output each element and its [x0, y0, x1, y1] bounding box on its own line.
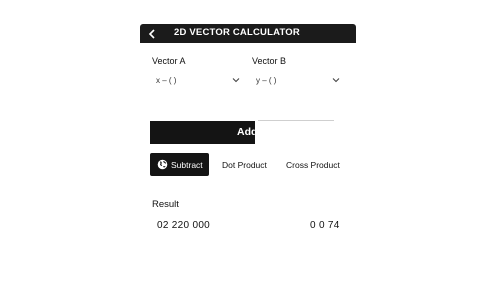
divider: [258, 120, 334, 121]
tab-dot-product[interactable]: Dot Product: [222, 153, 267, 176]
vector-a-label: Vector A: [152, 56, 186, 66]
title-bar: 2D VECTOR CALCULATOR: [140, 24, 356, 43]
result-left-value: 02 220 000: [157, 220, 211, 231]
tab-subtract-label: Subtract: [171, 159, 203, 170]
vector-b-value: y – ( ): [256, 75, 277, 85]
globe-icon: [157, 159, 168, 170]
vector-b-select[interactable]: y – ( ): [252, 73, 340, 87]
chevron-left-icon[interactable]: [146, 24, 158, 43]
tab-dot-product-label: Dot Product: [222, 159, 267, 170]
tab-cross-product-label: Cross Product: [286, 159, 340, 170]
tab-cross-product[interactable]: Cross Product: [286, 153, 340, 176]
vector-a-value: x – ( ): [156, 75, 177, 85]
add-button[interactable]: Add: [150, 121, 255, 144]
result-right-value: 0 0 74: [310, 220, 340, 231]
app-title: 2D VECTOR CALCULATOR: [174, 27, 300, 38]
add-button-label: Add: [237, 126, 255, 138]
tab-subtract[interactable]: Subtract: [150, 153, 209, 176]
result-label: Result: [152, 199, 179, 210]
chevron-down-icon: [231, 73, 240, 87]
vector-a-select[interactable]: x – ( ): [152, 73, 240, 87]
chevron-down-icon: [331, 73, 340, 87]
vector-b-label: Vector B: [252, 56, 287, 66]
